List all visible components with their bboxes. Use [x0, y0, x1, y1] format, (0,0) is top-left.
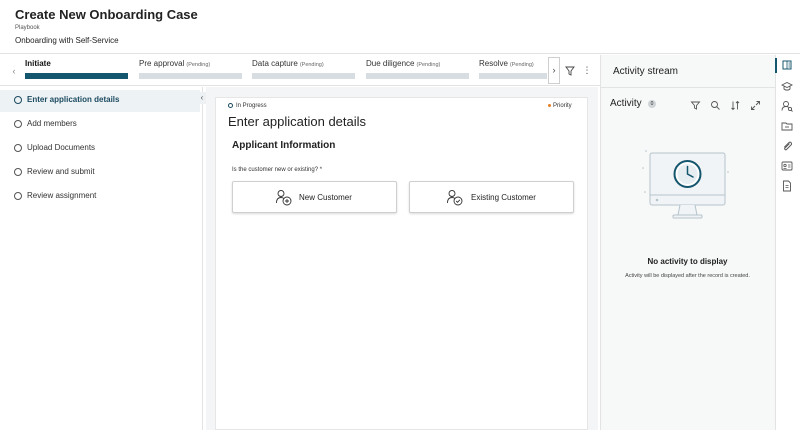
step-label: Review and submit: [27, 167, 95, 176]
section-title: Applicant Information: [232, 140, 336, 151]
folder-icon[interactable]: [780, 119, 794, 133]
user-search-icon[interactable]: [780, 99, 794, 113]
activity-stream-icon[interactable]: [780, 58, 794, 72]
document-icon[interactable]: [780, 179, 794, 193]
status-text: In Progress: [236, 103, 267, 110]
user-check-icon: [446, 189, 464, 207]
id-card-icon[interactable]: [780, 159, 794, 173]
step-circle-icon: [14, 168, 22, 176]
stage-name: Resolve: [479, 59, 508, 68]
chevron-left-icon[interactable]: ‹: [7, 63, 21, 79]
step-circle-icon: [14, 120, 22, 128]
stage-status: (Pending): [299, 62, 324, 68]
priority-text: Priority: [553, 103, 572, 109]
chevron-right-icon[interactable]: ›: [548, 57, 560, 84]
playbook-name: Onboarding with Self-Service: [15, 36, 119, 45]
stage-name: Pre approval: [139, 59, 185, 68]
stage-name: Data capture: [252, 59, 298, 68]
search-icon[interactable]: [710, 98, 721, 110]
stage-initiate[interactable]: Initiate: [25, 59, 130, 83]
page-title: Create New Onboarding Case: [15, 7, 198, 22]
user-add-icon: [275, 189, 293, 207]
choice-label: Existing Customer: [471, 193, 536, 202]
stage-status: (Pending): [509, 62, 534, 68]
sort-icon[interactable]: [730, 98, 741, 111]
stage-resolve[interactable]: Resolve (Pending): [479, 59, 547, 83]
activity-panel: [600, 55, 775, 430]
activity-heading: Activity: [610, 98, 642, 109]
empty-activity-illustration: [640, 148, 730, 223]
step-review-and-submit[interactable]: Review and submit: [0, 162, 200, 184]
form-title: Enter application details: [228, 114, 367, 129]
priority-dot-icon: [548, 103, 551, 107]
stage-due-diligence[interactable]: Due diligence (Pending): [366, 59, 471, 83]
status-circle-icon: [228, 103, 233, 108]
stage-progress-bar: [479, 73, 547, 79]
stage-data-capture[interactable]: Data capture (Pending): [252, 59, 357, 83]
step-enter-application-details[interactable]: Enter application details: [0, 90, 200, 112]
step-upload-documents[interactable]: Upload Documents: [0, 138, 200, 160]
hat-icon[interactable]: [780, 79, 794, 93]
divider: [601, 87, 775, 88]
active-indicator: [775, 58, 777, 73]
empty-state-subtitle: Activity will be displayed after the rec…: [625, 273, 750, 279]
step-label: Upload Documents: [27, 143, 96, 152]
step-circle-icon: [14, 96, 22, 104]
empty-state-title: No activity to display: [647, 257, 728, 266]
attachment-icon[interactable]: [780, 139, 794, 153]
stage-progress-bar: [25, 73, 128, 79]
stage-name: Initiate: [25, 59, 51, 68]
stage-progress-bar: [139, 73, 242, 79]
stage-status: (Pending): [186, 62, 211, 68]
stage-progress-bar: [366, 73, 469, 79]
stage-status: (Pending): [416, 62, 441, 68]
question-label: Is the customer new or existing? *: [232, 167, 323, 173]
step-label: Add members: [27, 119, 77, 128]
filter-icon[interactable]: [690, 98, 701, 110]
stage-pre-approval[interactable]: Pre approval (Pending): [139, 59, 244, 83]
filter-icon[interactable]: [564, 64, 576, 76]
page-header: Create New Onboarding Case Playbook Onbo…: [0, 0, 800, 54]
step-add-members[interactable]: Add members: [0, 114, 200, 136]
priority-badge: Priority: [548, 103, 572, 109]
status-badge: In Progress: [228, 103, 267, 109]
step-label: Review assignment: [27, 191, 97, 200]
existing-customer-button[interactable]: Existing Customer: [409, 181, 574, 213]
stage-name: Due diligence: [366, 59, 415, 68]
stage-progress-bar: [252, 73, 355, 79]
step-review-assignment[interactable]: Review assignment: [0, 186, 200, 208]
step-circle-icon: [14, 144, 22, 152]
stage-bar: ‹ Initiate Pre approval (Pending) Data ca…: [0, 55, 600, 86]
playbook-label: Playbook: [15, 25, 40, 31]
step-circle-icon: [14, 192, 22, 200]
choice-label: New Customer: [299, 193, 352, 202]
activity-stream-title: Activity stream: [613, 66, 679, 77]
activity-count-badge: 0: [648, 100, 656, 108]
more-options-icon[interactable]: ⋮: [582, 64, 592, 76]
expand-icon[interactable]: [750, 98, 761, 110]
new-customer-button[interactable]: New Customer: [232, 181, 397, 213]
step-label: Enter application details: [27, 95, 120, 104]
